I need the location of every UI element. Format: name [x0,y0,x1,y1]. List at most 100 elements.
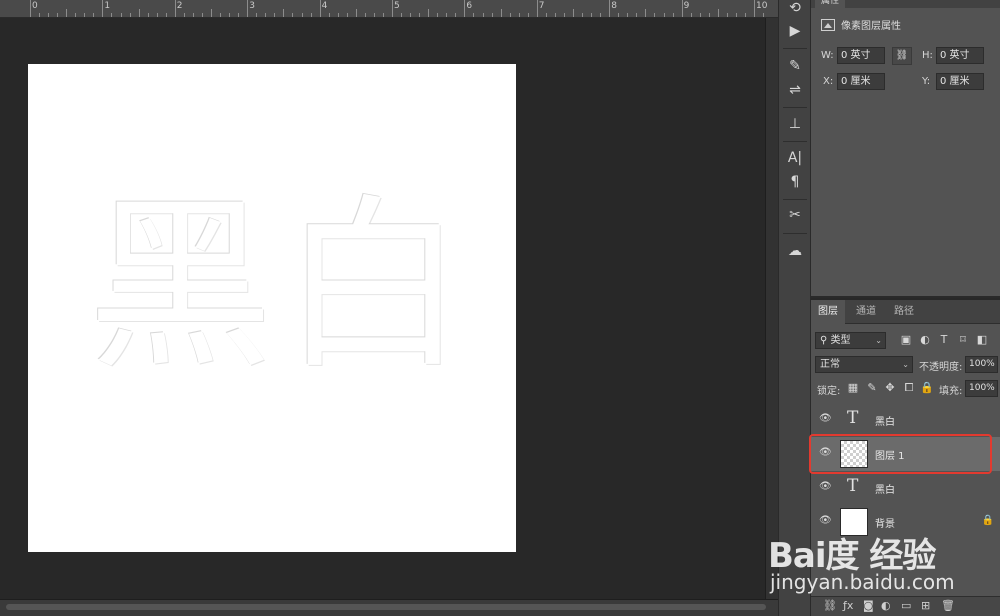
adjust-icon[interactable]: ⇌ [784,80,806,100]
ruler-minor-tick [582,13,584,17]
filter-shape-icon[interactable]: ⌑ [956,333,970,347]
adjustment-layer-icon[interactable]: ◐ [881,599,891,612]
layers-tabbar: 图层 通道 路径 [811,300,1000,324]
brush-icon[interactable]: ✎ [784,56,806,76]
delete-icon[interactable]: 🗑 [941,599,955,612]
ruler-label: 6 [466,1,473,11]
layer-row[interactable]: 👁 图层 1 [811,437,1000,471]
new-layer-icon[interactable]: ⊞ [921,599,930,612]
layer-row[interactable]: 👁 T 黑白 [811,471,1000,505]
ruler-label: 0 [32,1,38,11]
ruler-minor-tick [265,13,267,17]
horizontal-scrollbar[interactable] [6,604,766,610]
tab-layers[interactable]: 图层 [811,300,845,324]
link-layers-icon[interactable]: ⛓ [823,599,837,612]
height-label: H: [922,50,933,61]
tab-paths[interactable]: 路径 [887,300,921,324]
ruler-minor-tick [446,13,448,17]
ruler-major-tick [174,0,176,17]
layer-row[interactable]: 👁 T 黑白 [811,403,1000,437]
ruler-minor-tick [491,13,493,17]
ruler-minor-tick [573,9,574,17]
horizontal-ruler: 0 1 2 3 4 5 6 7 8 9 10 [0,0,778,18]
ruler-minor-tick [220,13,222,17]
properties-header: 像素图层属性 [821,17,901,32]
tools-icon[interactable]: ✂ [784,205,806,225]
photoshop-window: 0 1 2 3 4 5 6 7 8 9 10 黑白 ⟲ ▶ ✎ ⇌ ⊥ A| ¶ ✂ ☁ 属性 像素… [0,0,1000,616]
lock-position-icon[interactable]: ✥ [883,381,897,395]
x-field[interactable]: 0 厘米 [837,73,885,90]
canvas-workspace[interactable]: 黑白 [0,18,778,599]
ruler-label: 4 [321,1,328,11]
eye-icon[interactable]: 👁 [819,481,832,493]
ruler-minor-tick [410,13,412,17]
y-field[interactable]: 0 厘米 [936,73,984,90]
lock-all-icon[interactable]: 🔒 [920,381,934,395]
play-icon[interactable]: ▶ [784,21,806,41]
blend-mode-select[interactable]: 正常 ⌄ [815,356,913,373]
add-mask-icon[interactable]: ◙ [863,599,874,612]
ruler-minor-tick [274,13,276,17]
ruler-minor-tick [292,13,294,17]
tab-channels[interactable]: 通道 [849,300,883,324]
ruler-minor-tick [120,13,122,17]
document-canvas[interactable]: 黑白 [28,64,516,552]
ruler-minor-tick [129,13,131,17]
fill-field[interactable]: 100% [965,380,998,397]
ruler-minor-tick [301,13,303,17]
filter-adjustment-icon[interactable]: ◐ [918,333,932,347]
height-field[interactable]: 0 英寸 [936,47,984,64]
canvas-art-text: 黑白 [88,178,474,394]
width-field[interactable]: 0 英寸 [837,47,885,64]
history-icon[interactable]: ⟲ [784,0,806,18]
fx-icon[interactable]: ƒx [843,599,853,612]
ruler-major-tick [609,0,611,17]
ruler-minor-tick [518,13,520,17]
ruler-minor-tick [563,13,565,17]
ruler-major-tick [102,0,104,17]
libraries-icon[interactable]: ☁ [784,241,806,261]
link-dimensions-icon[interactable]: ⛓ [892,47,912,65]
eye-icon[interactable]: 👁 [819,413,832,425]
ruler-minor-tick [654,13,656,17]
lock-image-icon[interactable]: ✎ [865,381,879,395]
paragraph-icon[interactable]: ¶ [784,172,806,192]
ruler-minor-tick [346,13,348,17]
layer-name: 背景 [875,519,895,530]
divider [783,48,807,49]
ruler-minor-tick [382,13,384,17]
eye-icon[interactable]: 👁 [819,515,832,527]
properties-title: 像素图层属性 [841,21,901,32]
character-icon[interactable]: A| [784,148,806,168]
lock-artboard-icon[interactable]: ⧠ [902,381,916,395]
ruler-major-tick [30,0,31,17]
stamp-icon[interactable]: ⊥ [784,114,806,134]
ruler-minor-tick [183,13,185,17]
layer-row[interactable]: 👁 背景 🔒 [811,505,1000,539]
ruler-label: 7 [538,1,545,11]
filter-type-icon[interactable]: T [937,333,951,347]
lock-transparent-icon[interactable]: ▦ [846,381,860,395]
opacity-field[interactable]: 100% [965,356,998,373]
ruler-minor-tick [690,13,692,17]
ruler-minor-tick [229,13,231,17]
tab-properties[interactable]: 属性 [815,0,846,8]
filter-smart-object-icon[interactable]: ◧ [975,333,989,347]
filter-pixel-icon[interactable]: ▣ [899,333,913,347]
ruler-major-tick [392,0,393,17]
ruler-minor-tick [645,9,647,17]
eye-icon[interactable]: 👁 [819,447,832,459]
ruler-minor-tick [699,13,701,17]
ruler-minor-tick [165,13,167,17]
group-icon[interactable]: ▭ [901,599,911,612]
properties-tabbar: 属性 [811,0,1000,8]
ruler-minor-tick [57,13,59,17]
ruler-minor-tick [428,9,430,17]
vertical-scrollbar[interactable] [765,18,778,599]
ruler-major-tick [319,0,321,17]
opacity-label: 不透明度: [919,362,963,373]
layer-filter-select[interactable]: ⚲ 类型 ⌄ [815,332,886,349]
ruler-minor-tick [763,13,765,17]
layer-name: 黑白 [875,417,895,428]
ruler-minor-tick [201,13,203,17]
